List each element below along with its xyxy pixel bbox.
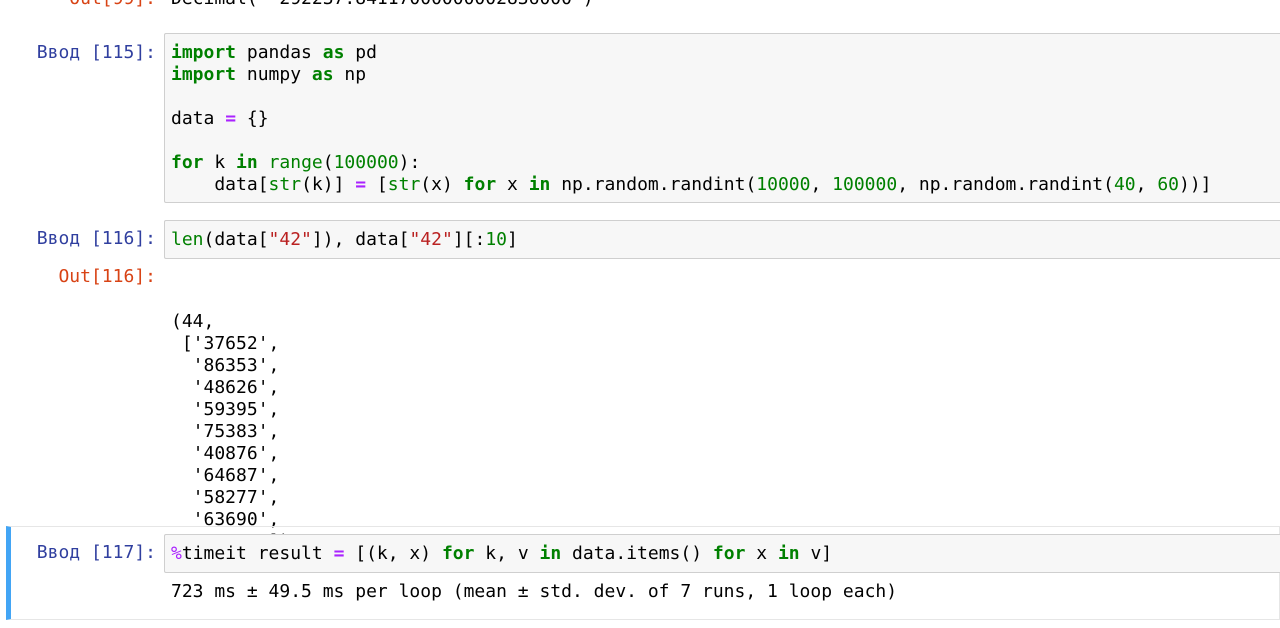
code-token: 40 bbox=[1113, 174, 1136, 195]
code-token: = bbox=[355, 174, 367, 195]
output-line: '58277', bbox=[171, 487, 280, 508]
code-token: len bbox=[171, 229, 204, 250]
code-token: , bbox=[810, 174, 833, 195]
code-token: , np.random.randint( bbox=[897, 174, 1114, 195]
code-token: (data[ bbox=[203, 229, 269, 250]
code-token: k bbox=[203, 152, 237, 173]
code-token: for bbox=[463, 174, 497, 195]
code-line: len(data["42"]), data["42"][:10] bbox=[171, 229, 1280, 251]
code-token: data[ bbox=[171, 174, 269, 195]
output-text: Decimal('-292237.84117000000002836000') bbox=[171, 0, 594, 10]
code-line: %timeit result = [(k, x) for k, v in dat… bbox=[171, 543, 1280, 565]
code-token: [(k, x) bbox=[344, 543, 442, 564]
output-line: '59395', bbox=[171, 399, 280, 420]
in-prompt: Ввод [115]: bbox=[36, 42, 156, 63]
code-lines: import pandas as pd import numpy as np dat… bbox=[171, 42, 1280, 196]
code-token: {} bbox=[236, 108, 269, 129]
code-token: k, v bbox=[474, 543, 540, 564]
code-token: ): bbox=[398, 152, 421, 173]
code-token: timeit result bbox=[181, 543, 334, 564]
code-token: = bbox=[333, 543, 345, 564]
code-token: % bbox=[171, 543, 182, 564]
output-line: (44, bbox=[171, 311, 215, 332]
code-token: pandas bbox=[236, 42, 323, 63]
output-line: ['37652', bbox=[171, 333, 280, 354]
in-prompt: Ввод [117]: bbox=[36, 542, 156, 563]
code-line: import numpy as np bbox=[171, 64, 1280, 86]
code-token: x bbox=[496, 174, 529, 195]
code-line: data[str(k)] = [str(x) for x in np.rando… bbox=[171, 174, 1280, 196]
code-token: 10000 bbox=[756, 174, 811, 195]
code-token: as bbox=[322, 42, 345, 63]
code-token: 100000 bbox=[333, 152, 399, 173]
code-token: data.items() bbox=[561, 543, 713, 564]
code-editor[interactable]: len(data["42"]), data["42"][:10] bbox=[164, 220, 1280, 259]
code-line: import pandas as pd bbox=[171, 42, 1280, 64]
code-token: in bbox=[236, 152, 258, 173]
out-prompt: Out[99]: bbox=[0, 0, 156, 10]
code-token: "42" bbox=[268, 229, 312, 250]
code-line: for k in range(100000): bbox=[171, 152, 1280, 174]
code-token: for bbox=[171, 152, 204, 173]
code-token: str bbox=[387, 174, 421, 195]
code-token: = bbox=[225, 108, 237, 129]
code-token: (x) bbox=[420, 174, 464, 195]
code-editor[interactable]: %timeit result = [(k, x) for k, v in dat… bbox=[164, 534, 1280, 573]
code-lines: %timeit result = [(k, x) for k, v in dat… bbox=[171, 543, 1280, 565]
out-prompt: Out[116]: bbox=[58, 266, 156, 287]
code-token: import bbox=[171, 42, 237, 63]
code-token: for bbox=[441, 543, 475, 564]
code-token: , bbox=[1135, 174, 1158, 195]
code-token: x bbox=[745, 543, 778, 564]
code-token: data bbox=[171, 108, 226, 129]
code-token: np bbox=[333, 64, 367, 85]
code-token: import bbox=[171, 64, 237, 85]
code-token: str bbox=[268, 174, 302, 195]
code-token: 10 bbox=[485, 229, 508, 250]
code-token: pd bbox=[344, 42, 377, 63]
code-token: ] bbox=[507, 229, 518, 250]
notebook: Out[99]: Decimal('-292237.84117000000002… bbox=[0, 0, 1280, 628]
code-token: numpy bbox=[236, 64, 312, 85]
code-lines: len(data["42"]), data["42"][:10] bbox=[171, 229, 1280, 251]
code-token: [ bbox=[366, 174, 388, 195]
code-token: 60 bbox=[1157, 174, 1179, 195]
code-token: ][: bbox=[452, 229, 486, 250]
code-token: (k)] bbox=[301, 174, 356, 195]
code-token: in bbox=[539, 543, 562, 564]
code-token: as bbox=[311, 64, 334, 85]
code-token: ))] bbox=[1179, 174, 1212, 195]
code-token: "42" bbox=[409, 229, 453, 250]
output-text: 723 ms ± 49.5 ms per loop (mean ± std. d… bbox=[171, 581, 898, 602]
code-token: np.random.randint( bbox=[550, 174, 757, 195]
output-line: '75383', bbox=[171, 421, 280, 442]
code-token: ]), data[ bbox=[311, 229, 410, 250]
output-line: '64687', bbox=[171, 465, 280, 486]
code-token: in bbox=[777, 543, 800, 564]
output-line: '48626', bbox=[171, 377, 280, 398]
output-lines: (44, ['37652', '86353', '48626', '59395'… bbox=[171, 311, 290, 553]
output-line: '86353', bbox=[171, 355, 280, 376]
code-editor[interactable]: import pandas as pd import numpy as np dat… bbox=[164, 33, 1280, 203]
code-token: v] bbox=[799, 543, 833, 564]
code-token: range bbox=[268, 152, 323, 173]
code-token: ( bbox=[322, 152, 334, 173]
code-token: for bbox=[712, 543, 746, 564]
in-prompt: Ввод [116]: bbox=[36, 228, 156, 249]
code-line: data = {} bbox=[171, 108, 1280, 130]
code-token: in bbox=[528, 174, 551, 195]
code-token: 100000 bbox=[832, 174, 898, 195]
output-line: '40876', bbox=[171, 443, 280, 464]
